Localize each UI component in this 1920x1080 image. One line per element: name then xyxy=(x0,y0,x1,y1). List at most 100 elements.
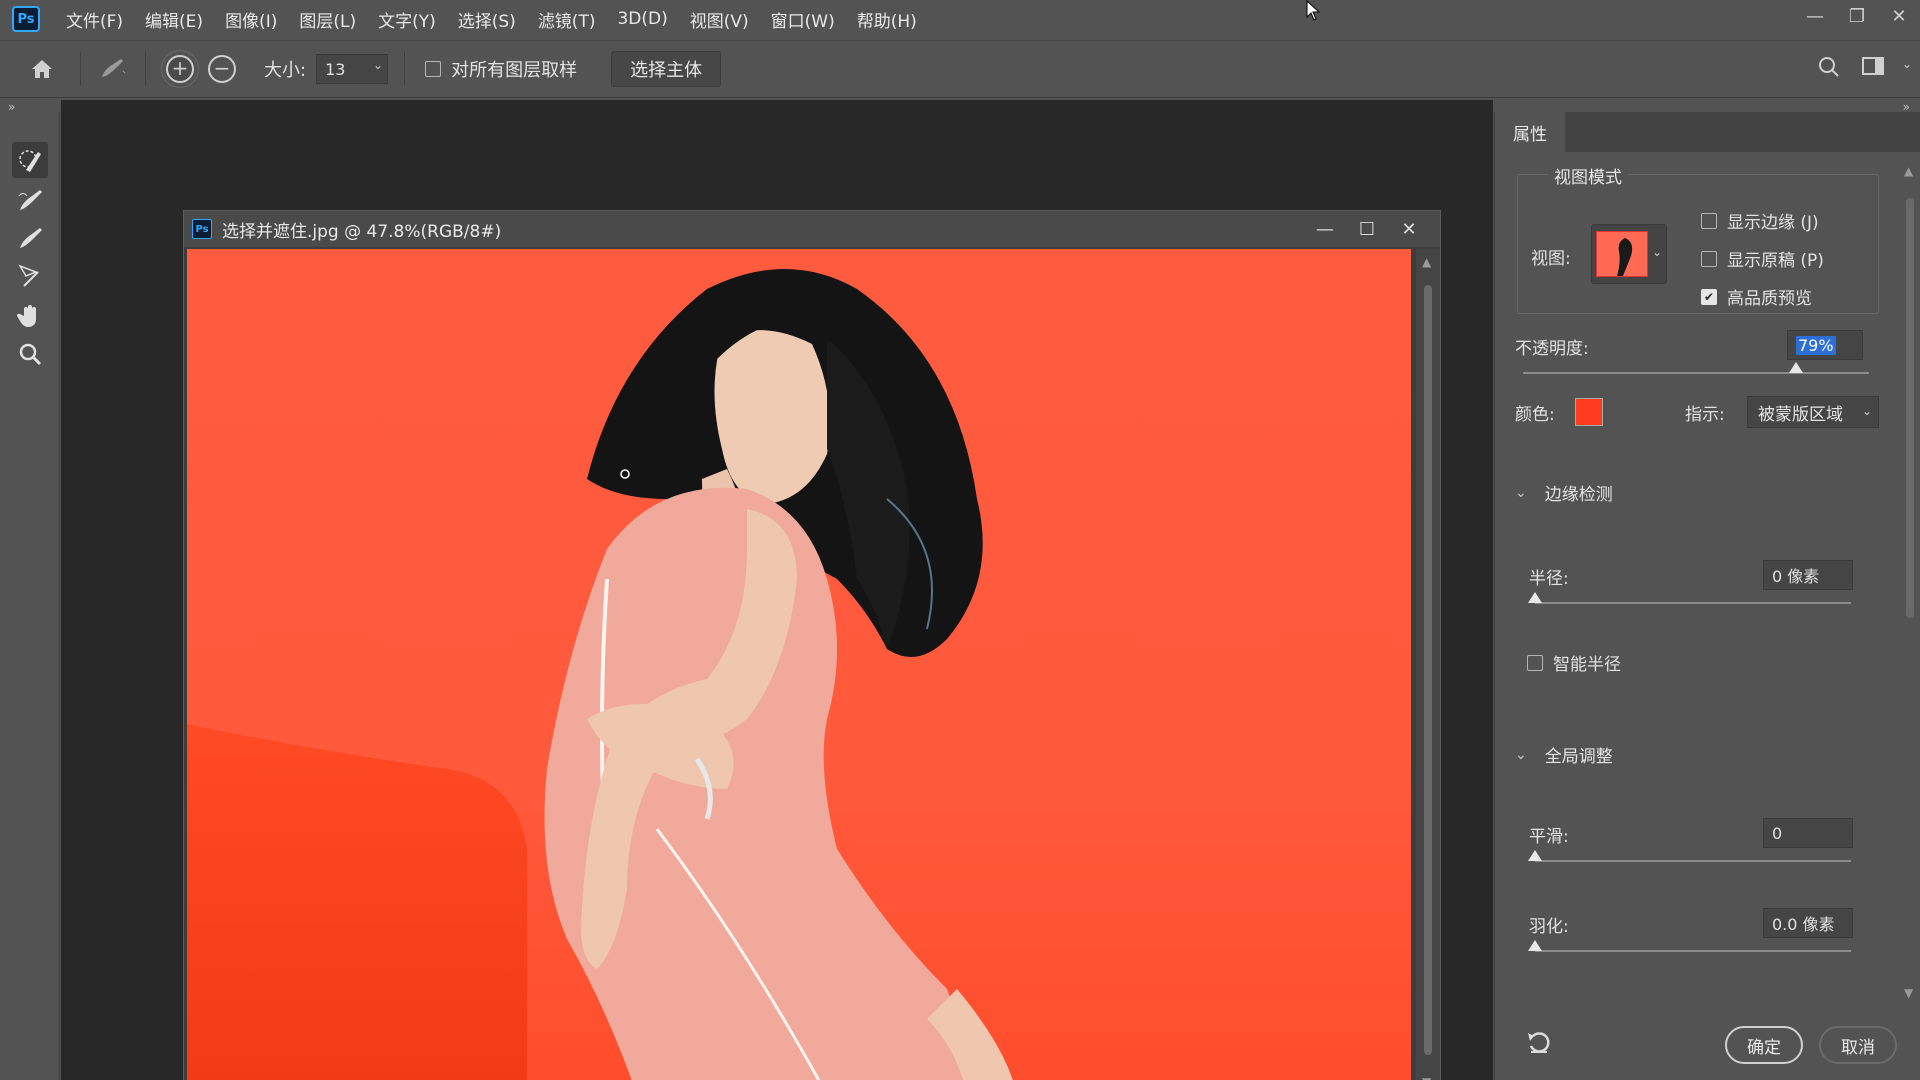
chevron-down-icon[interactable]: ⌄ xyxy=(373,58,383,72)
menu-bar: Ps 文件(F) 编辑(E) 图像(I) 图层(L) 文字(Y) 选择(S) 滤… xyxy=(0,0,1920,38)
scroll-down-icon[interactable]: ▼ xyxy=(1904,986,1913,1000)
size-label: 大小: xyxy=(264,60,307,81)
panel-scroll-thumb[interactable] xyxy=(1906,198,1914,618)
view-mode-picker[interactable]: ⌄ xyxy=(1591,224,1667,284)
document-title: 选择并遮住.jpg @ 47.8%(RGB/8#) xyxy=(222,221,502,242)
overlay-color-swatch[interactable] xyxy=(1575,398,1603,426)
tab-properties[interactable]: 属性 xyxy=(1495,112,1565,152)
minimize-icon[interactable]: — xyxy=(1794,0,1836,32)
scroll-down-icon[interactable]: ▼ xyxy=(1422,1075,1431,1080)
zoom-tool-icon[interactable] xyxy=(12,336,48,372)
global-refinements-section[interactable]: ⌄ 全局调整 xyxy=(1515,742,1613,768)
document-window: Ps 选择并遮住.jpg @ 47.8%(RGB/8#) — ☐ ✕ ▲ xyxy=(183,210,1441,1080)
subtract-from-selection-icon[interactable]: − xyxy=(208,55,236,83)
image-canvas[interactable] xyxy=(187,249,1411,1080)
menu-window[interactable]: 窗口(W) xyxy=(771,7,835,32)
view-mode-group: 视图模式 xyxy=(1517,163,1879,314)
smooth-value: 0 xyxy=(1772,823,1783,843)
smooth-label: 平滑: xyxy=(1529,827,1569,847)
refine-edge-brush-tool-icon[interactable] xyxy=(12,182,48,218)
hq-preview-label: 高品质预览 xyxy=(1727,289,1812,309)
chevron-down-icon: ⌄ xyxy=(1515,484,1527,501)
smooth-slider[interactable] xyxy=(1528,850,1851,862)
cancel-button[interactable]: 取消 xyxy=(1819,1026,1897,1064)
brush-tool-icon[interactable] xyxy=(12,220,48,256)
home-icon[interactable] xyxy=(22,58,62,80)
photoshop-document-icon: Ps xyxy=(192,219,212,239)
sample-all-layers-checkbox[interactable] xyxy=(425,61,442,77)
show-original-row[interactable]: 显示原稿 (P) xyxy=(1701,246,1824,271)
color-label: 颜色: xyxy=(1515,405,1555,425)
maximize-icon[interactable]: ☐ xyxy=(1346,219,1388,240)
global-refinements-title: 全局调整 xyxy=(1544,747,1613,767)
feather-slider-knob[interactable] xyxy=(1528,940,1542,951)
smart-radius-checkbox[interactable] xyxy=(1527,654,1543,671)
hq-preview-checkbox[interactable]: ✔ xyxy=(1701,288,1717,305)
chevron-down-icon: ⌄ xyxy=(1515,746,1527,763)
menu-edit[interactable]: 编辑(E) xyxy=(145,7,203,32)
smart-radius-label: 智能半径 xyxy=(1553,655,1621,675)
smart-radius-row[interactable]: 智能半径 xyxy=(1527,650,1621,675)
opacity-slider[interactable] xyxy=(1523,362,1869,374)
smooth-slider-knob[interactable] xyxy=(1528,850,1542,861)
menu-filter[interactable]: 滤镜(T) xyxy=(538,7,596,32)
hand-tool-icon[interactable] xyxy=(12,298,48,334)
show-original-checkbox[interactable] xyxy=(1701,250,1717,267)
hq-preview-row[interactable]: ✔ 高品质预览 xyxy=(1701,284,1812,309)
radius-slider-knob[interactable] xyxy=(1528,592,1542,603)
search-icon[interactable] xyxy=(1814,55,1844,79)
properties-panel: 属性 ▲ ▼ 视图模式 视图: ⌄ 显示边缘 (J) 显示原稿 (P) ✔ 高品… xyxy=(1494,112,1920,1080)
radius-input[interactable]: 0 像素 xyxy=(1763,560,1853,590)
edge-detection-section[interactable]: ⌄ 边缘检测 xyxy=(1515,480,1613,506)
reset-icon[interactable] xyxy=(1525,1030,1553,1062)
separator xyxy=(145,52,146,86)
show-edge-label: 显示边缘 (J) xyxy=(1727,213,1819,233)
menu-layer[interactable]: 图层(L) xyxy=(299,7,356,32)
vertical-scroll-thumb[interactable] xyxy=(1424,285,1432,1055)
size-value: 13 xyxy=(325,59,346,79)
close-icon[interactable]: ✕ xyxy=(1388,219,1430,240)
view-label: 视图: xyxy=(1531,249,1571,269)
mouse-cursor-icon xyxy=(1306,0,1322,27)
sample-all-layers-label: 对所有图层取样 xyxy=(451,60,578,81)
ok-button[interactable]: 确定 xyxy=(1725,1026,1803,1064)
radius-slider[interactable] xyxy=(1528,592,1851,604)
add-to-selection-icon[interactable]: + xyxy=(161,50,199,88)
menu-file[interactable]: 文件(F) xyxy=(66,7,123,32)
close-icon[interactable]: ✕ xyxy=(1878,0,1920,32)
feather-value: 0.0 像素 xyxy=(1772,915,1835,934)
opacity-slider-knob[interactable] xyxy=(1789,362,1804,373)
menu-select[interactable]: 选择(S) xyxy=(458,7,516,32)
chevron-down-icon: ⌄ xyxy=(1861,404,1872,418)
opacity-input[interactable]: 79% xyxy=(1787,330,1863,360)
menu-view[interactable]: 视图(V) xyxy=(690,7,749,32)
workspace-layout-icon[interactable] xyxy=(1858,55,1888,77)
size-input[interactable]: 13 ⌄ xyxy=(316,54,389,84)
brush-preset-icon[interactable] xyxy=(91,57,135,81)
menu-type[interactable]: 文字(Y) xyxy=(378,7,436,32)
show-edge-checkbox[interactable] xyxy=(1701,212,1717,229)
chevron-down-icon[interactable]: ⌄ xyxy=(1902,57,1912,71)
panel-scrollbar[interactable]: ▲ ▼ xyxy=(1900,162,1920,1002)
minimize-icon[interactable]: — xyxy=(1304,219,1346,240)
document-title-bar[interactable]: Ps 选择并遮住.jpg @ 47.8%(RGB/8#) — ☐ ✕ xyxy=(184,211,1440,247)
smooth-input[interactable]: 0 xyxy=(1763,818,1853,848)
object-selection-tool-icon[interactable] xyxy=(12,258,48,294)
menu-3d[interactable]: 3D(D) xyxy=(617,9,667,29)
scroll-up-icon[interactable]: ▲ xyxy=(1422,255,1431,269)
menu-image[interactable]: 图像(I) xyxy=(225,7,277,32)
restore-icon[interactable]: ❐ xyxy=(1836,0,1878,32)
panel-tabs: 属性 xyxy=(1495,112,1920,152)
quick-selection-tool-icon[interactable] xyxy=(12,142,48,178)
show-original-label: 显示原稿 (P) xyxy=(1727,251,1824,271)
show-edge-row[interactable]: 显示边缘 (J) xyxy=(1701,208,1819,233)
indicate-dropdown[interactable]: 被蒙版区域 ⌄ xyxy=(1747,396,1879,428)
view-mode-title: 视图模式 xyxy=(1548,163,1628,188)
menu-help[interactable]: 帮助(H) xyxy=(857,7,917,32)
vertical-scrollbar[interactable]: ▲ ▼ xyxy=(1416,249,1440,1080)
scroll-up-icon[interactable]: ▲ xyxy=(1904,164,1913,178)
select-subject-button[interactable]: 选择主体 xyxy=(611,51,722,87)
feather-input[interactable]: 0.0 像素 xyxy=(1763,908,1853,938)
window-controls: — ❐ ✕ xyxy=(1794,0,1920,32)
feather-slider[interactable] xyxy=(1528,940,1851,952)
